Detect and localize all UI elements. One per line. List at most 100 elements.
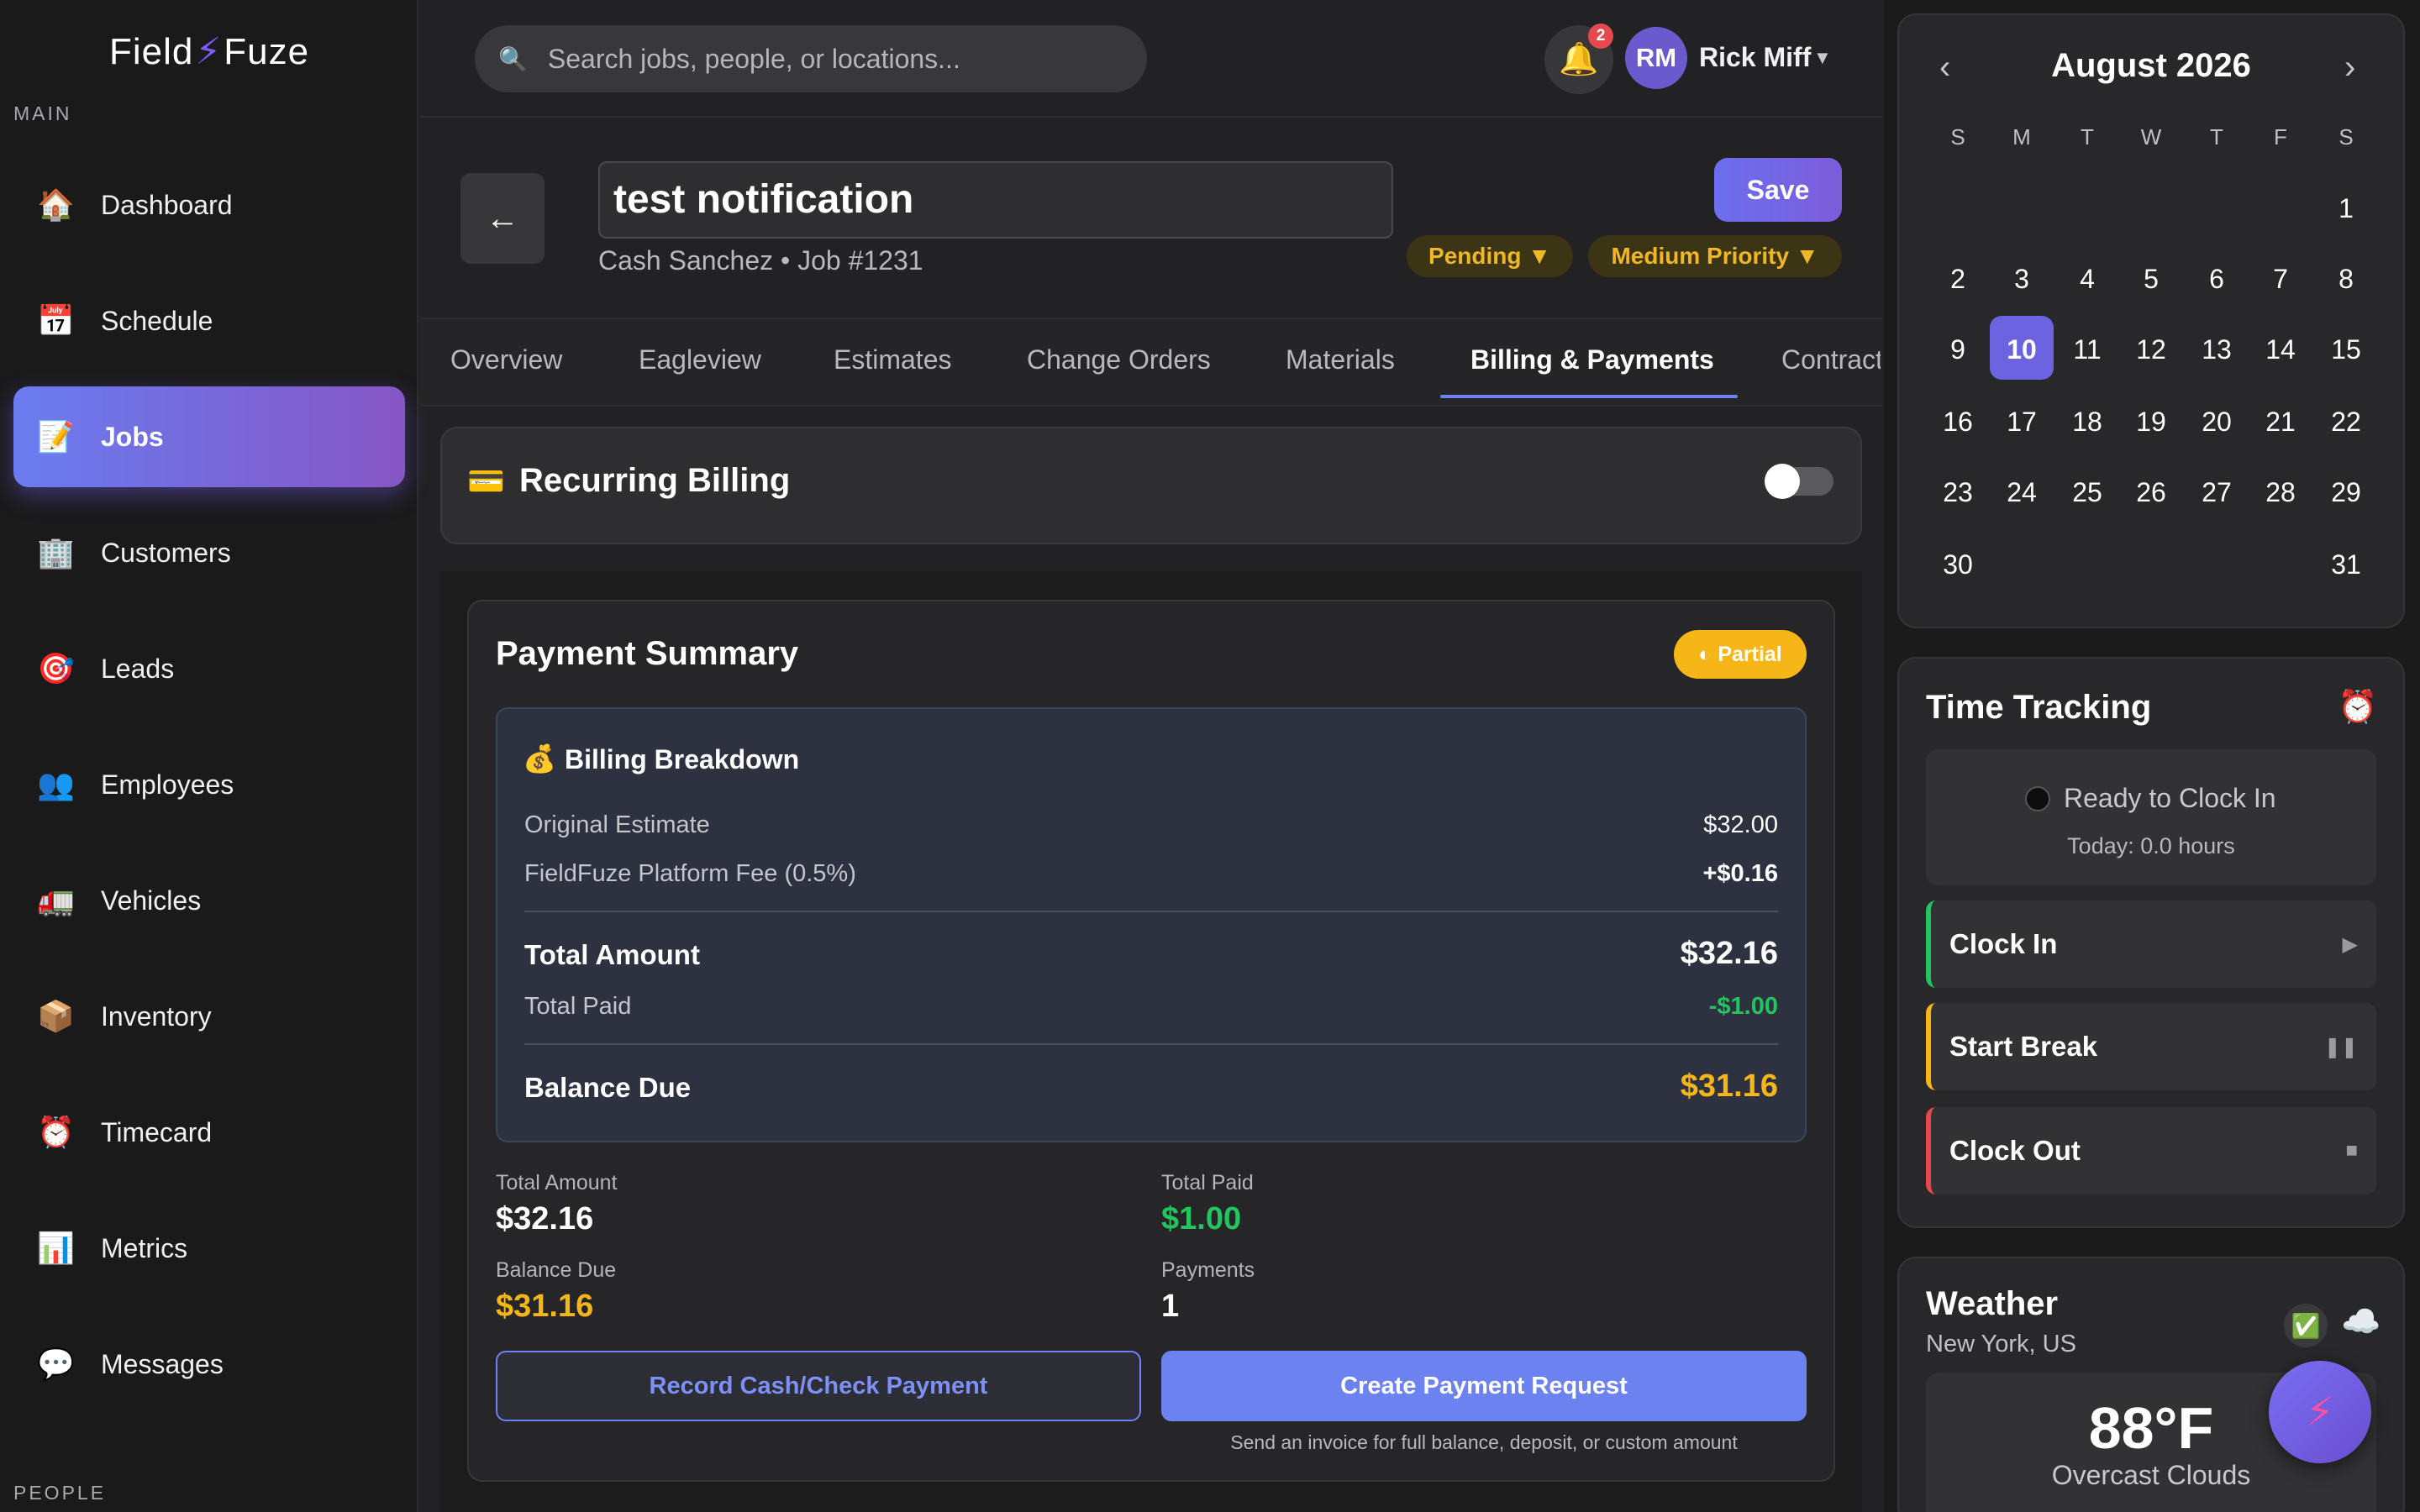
calendar-day[interactable]: 23: [1933, 477, 1983, 508]
lightning-icon: ⚡: [2306, 1390, 2334, 1435]
calendar-day[interactable]: 15: [2321, 334, 2371, 365]
calendar-day[interactable]: 26: [2126, 477, 2176, 508]
calendar-day[interactable]: 1: [2321, 193, 2371, 224]
sidebar-item-inventory[interactable]: 📦 Inventory: [13, 966, 405, 1067]
stop-icon: ■: [2345, 1139, 2359, 1162]
start-break-button[interactable]: Start Break ❚❚: [1926, 1003, 2376, 1090]
sidebar-item-messages[interactable]: 💬 Messages: [13, 1314, 405, 1415]
sidebar-item-jobs[interactable]: 📝 Jobs: [13, 386, 405, 487]
total-amount-value: $32.16: [1680, 936, 1778, 971]
tab-estimates[interactable]: Estimates: [834, 344, 951, 375]
speech-bubble-icon: 💬: [37, 1347, 75, 1381]
calendar-day[interactable]: 17: [1996, 407, 2047, 438]
checkmark-icon[interactable]: ✅: [2284, 1304, 2328, 1347]
create-payment-request-button[interactable]: Create Payment Request: [1161, 1351, 1807, 1421]
search-input[interactable]: Search jobs, people, or locations...: [548, 44, 960, 75]
calendar-day[interactable]: 22: [2321, 407, 2371, 438]
calendar-day[interactable]: 24: [1996, 477, 2047, 508]
calendar-day[interactable]: 7: [2255, 264, 2306, 295]
calendar-day[interactable]: 11: [2062, 334, 2112, 365]
stat-balance-due-value: $31.16: [496, 1289, 594, 1324]
calendar-day[interactable]: 31: [2321, 549, 2371, 580]
sidebar-item-timecard[interactable]: ⏰ Timecard: [13, 1082, 405, 1183]
package-icon: 📦: [37, 999, 75, 1033]
priority-dropdown[interactable]: Medium Priority ▼: [1588, 235, 1842, 277]
clock-status-text: Ready to Clock In: [2064, 783, 2276, 813]
tab-contract[interactable]: Contract: [1781, 344, 1881, 375]
recurring-billing-title: Recurring Billing: [519, 462, 791, 499]
job-subtitle: Cash Sanchez • Job #1231: [598, 245, 923, 276]
payment-summary-title: Payment Summary: [496, 635, 799, 672]
avatar[interactable]: RM: [1625, 27, 1687, 89]
calendar-widget: [1897, 13, 2405, 628]
status-dropdown[interactable]: Pending ▼: [1407, 235, 1573, 277]
memo-icon: 📝: [37, 419, 75, 454]
calendar-day[interactable]: 12: [2126, 334, 2176, 365]
calendar-day[interactable]: 20: [2191, 407, 2242, 438]
credit-card-icon: 💳: [467, 464, 505, 498]
stat-total-paid-value: $1.00: [1161, 1201, 1242, 1236]
clock-out-button[interactable]: Clock Out ■: [1926, 1107, 2376, 1194]
calendar-day[interactable]: 29: [2321, 477, 2371, 508]
calendar-day[interactable]: 16: [1933, 407, 1983, 438]
platform-fee-value: +$0.16: [1702, 860, 1778, 887]
calendar-day[interactable]: 2: [1933, 264, 1983, 295]
stat-payments-label: Payments: [1161, 1258, 1255, 1282]
calendar-weekday: T: [2081, 124, 2094, 150]
stat-balance-due-label: Balance Due: [496, 1258, 617, 1282]
calendar-day[interactable]: 19: [2126, 407, 2176, 438]
calendar-weekday: T: [2210, 124, 2223, 150]
tab-eagleview[interactable]: Eagleview: [639, 344, 761, 375]
sidebar-item-vehicles[interactable]: 🚛 Vehicles: [13, 850, 405, 951]
calendar-day[interactable]: 3: [1996, 264, 2047, 295]
calendar-day[interactable]: 5: [2126, 264, 2176, 295]
search-icon: 🔍: [498, 45, 528, 72]
calendar-day[interactable]: 21: [2255, 407, 2306, 438]
chevron-down-icon[interactable]: ▼: [1813, 47, 1832, 69]
app-logo[interactable]: Field⚡Fuze: [109, 30, 309, 73]
sidebar-item-schedule[interactable]: 📅 Schedule: [13, 270, 405, 371]
save-button[interactable]: Save: [1714, 158, 1842, 222]
calendar-day[interactable]: 14: [2255, 334, 2306, 365]
alarm-clock-icon: ⏰: [2338, 690, 2378, 725]
bar-chart-icon: 📊: [37, 1231, 75, 1265]
tab-billing-payments[interactable]: Billing & Payments: [1470, 344, 1714, 375]
back-button[interactable]: ←: [460, 173, 544, 264]
calendar-day[interactable]: 27: [2191, 477, 2242, 508]
tab-overview[interactable]: Overview: [450, 344, 562, 375]
calendar-day[interactable]: 8: [2321, 264, 2371, 295]
tab-materials[interactable]: Materials: [1286, 344, 1395, 375]
calendar-day[interactable]: 18: [2062, 407, 2112, 438]
record-payment-button[interactable]: Record Cash/Check Payment: [496, 1351, 1141, 1421]
search-bar[interactable]: 🔍 Search jobs, people, or locations...: [475, 25, 1147, 92]
stat-total-amount-value: $32.16: [496, 1201, 594, 1236]
calendar-weekday: S: [2338, 124, 2354, 150]
sidebar-item-employees[interactable]: 👥 Employees: [13, 734, 405, 835]
chevron-right-icon[interactable]: ›: [2344, 49, 2355, 87]
sidebar-item-dashboard[interactable]: 🏠 Dashboard: [13, 155, 405, 255]
pause-icon: ❚❚: [2323, 1035, 2358, 1058]
calendar-day[interactable]: 25: [2062, 477, 2112, 508]
calendar-day[interactable]: 13: [2191, 334, 2242, 365]
user-name[interactable]: Rick Miff: [1699, 42, 1811, 73]
sidebar-item-metrics[interactable]: 📊 Metrics: [13, 1198, 405, 1299]
truck-icon: 🚛: [37, 883, 75, 917]
sidebar-item-leads[interactable]: 🎯 Leads: [13, 618, 405, 719]
calendar-day[interactable]: 9: [1933, 334, 1983, 365]
calendar-day-selected[interactable]: 10: [1996, 334, 2047, 365]
original-estimate-value: $32.00: [1703, 811, 1778, 838]
sidebar-section-main: MAIN: [13, 102, 72, 124]
calendar-day[interactable]: 6: [2191, 264, 2242, 295]
total-paid-value: -$1.00: [1708, 993, 1778, 1020]
quick-action-fab[interactable]: ⚡: [2269, 1361, 2371, 1463]
sidebar-item-customers[interactable]: 🏢 Customers: [13, 502, 405, 603]
calendar-day[interactable]: 28: [2255, 477, 2306, 508]
tab-change-orders[interactable]: Change Orders: [1027, 344, 1211, 375]
status-badge: ◐ Partial: [1674, 630, 1807, 679]
clock-in-button[interactable]: Clock In ▶: [1926, 900, 2376, 988]
calendar-day[interactable]: 4: [2062, 264, 2112, 295]
toggle-knob[interactable]: [1765, 464, 1800, 499]
calendar-day[interactable]: 30: [1933, 549, 1983, 580]
chevron-left-icon[interactable]: ‹: [1939, 49, 1950, 87]
job-title-value[interactable]: test notification: [613, 176, 913, 223]
